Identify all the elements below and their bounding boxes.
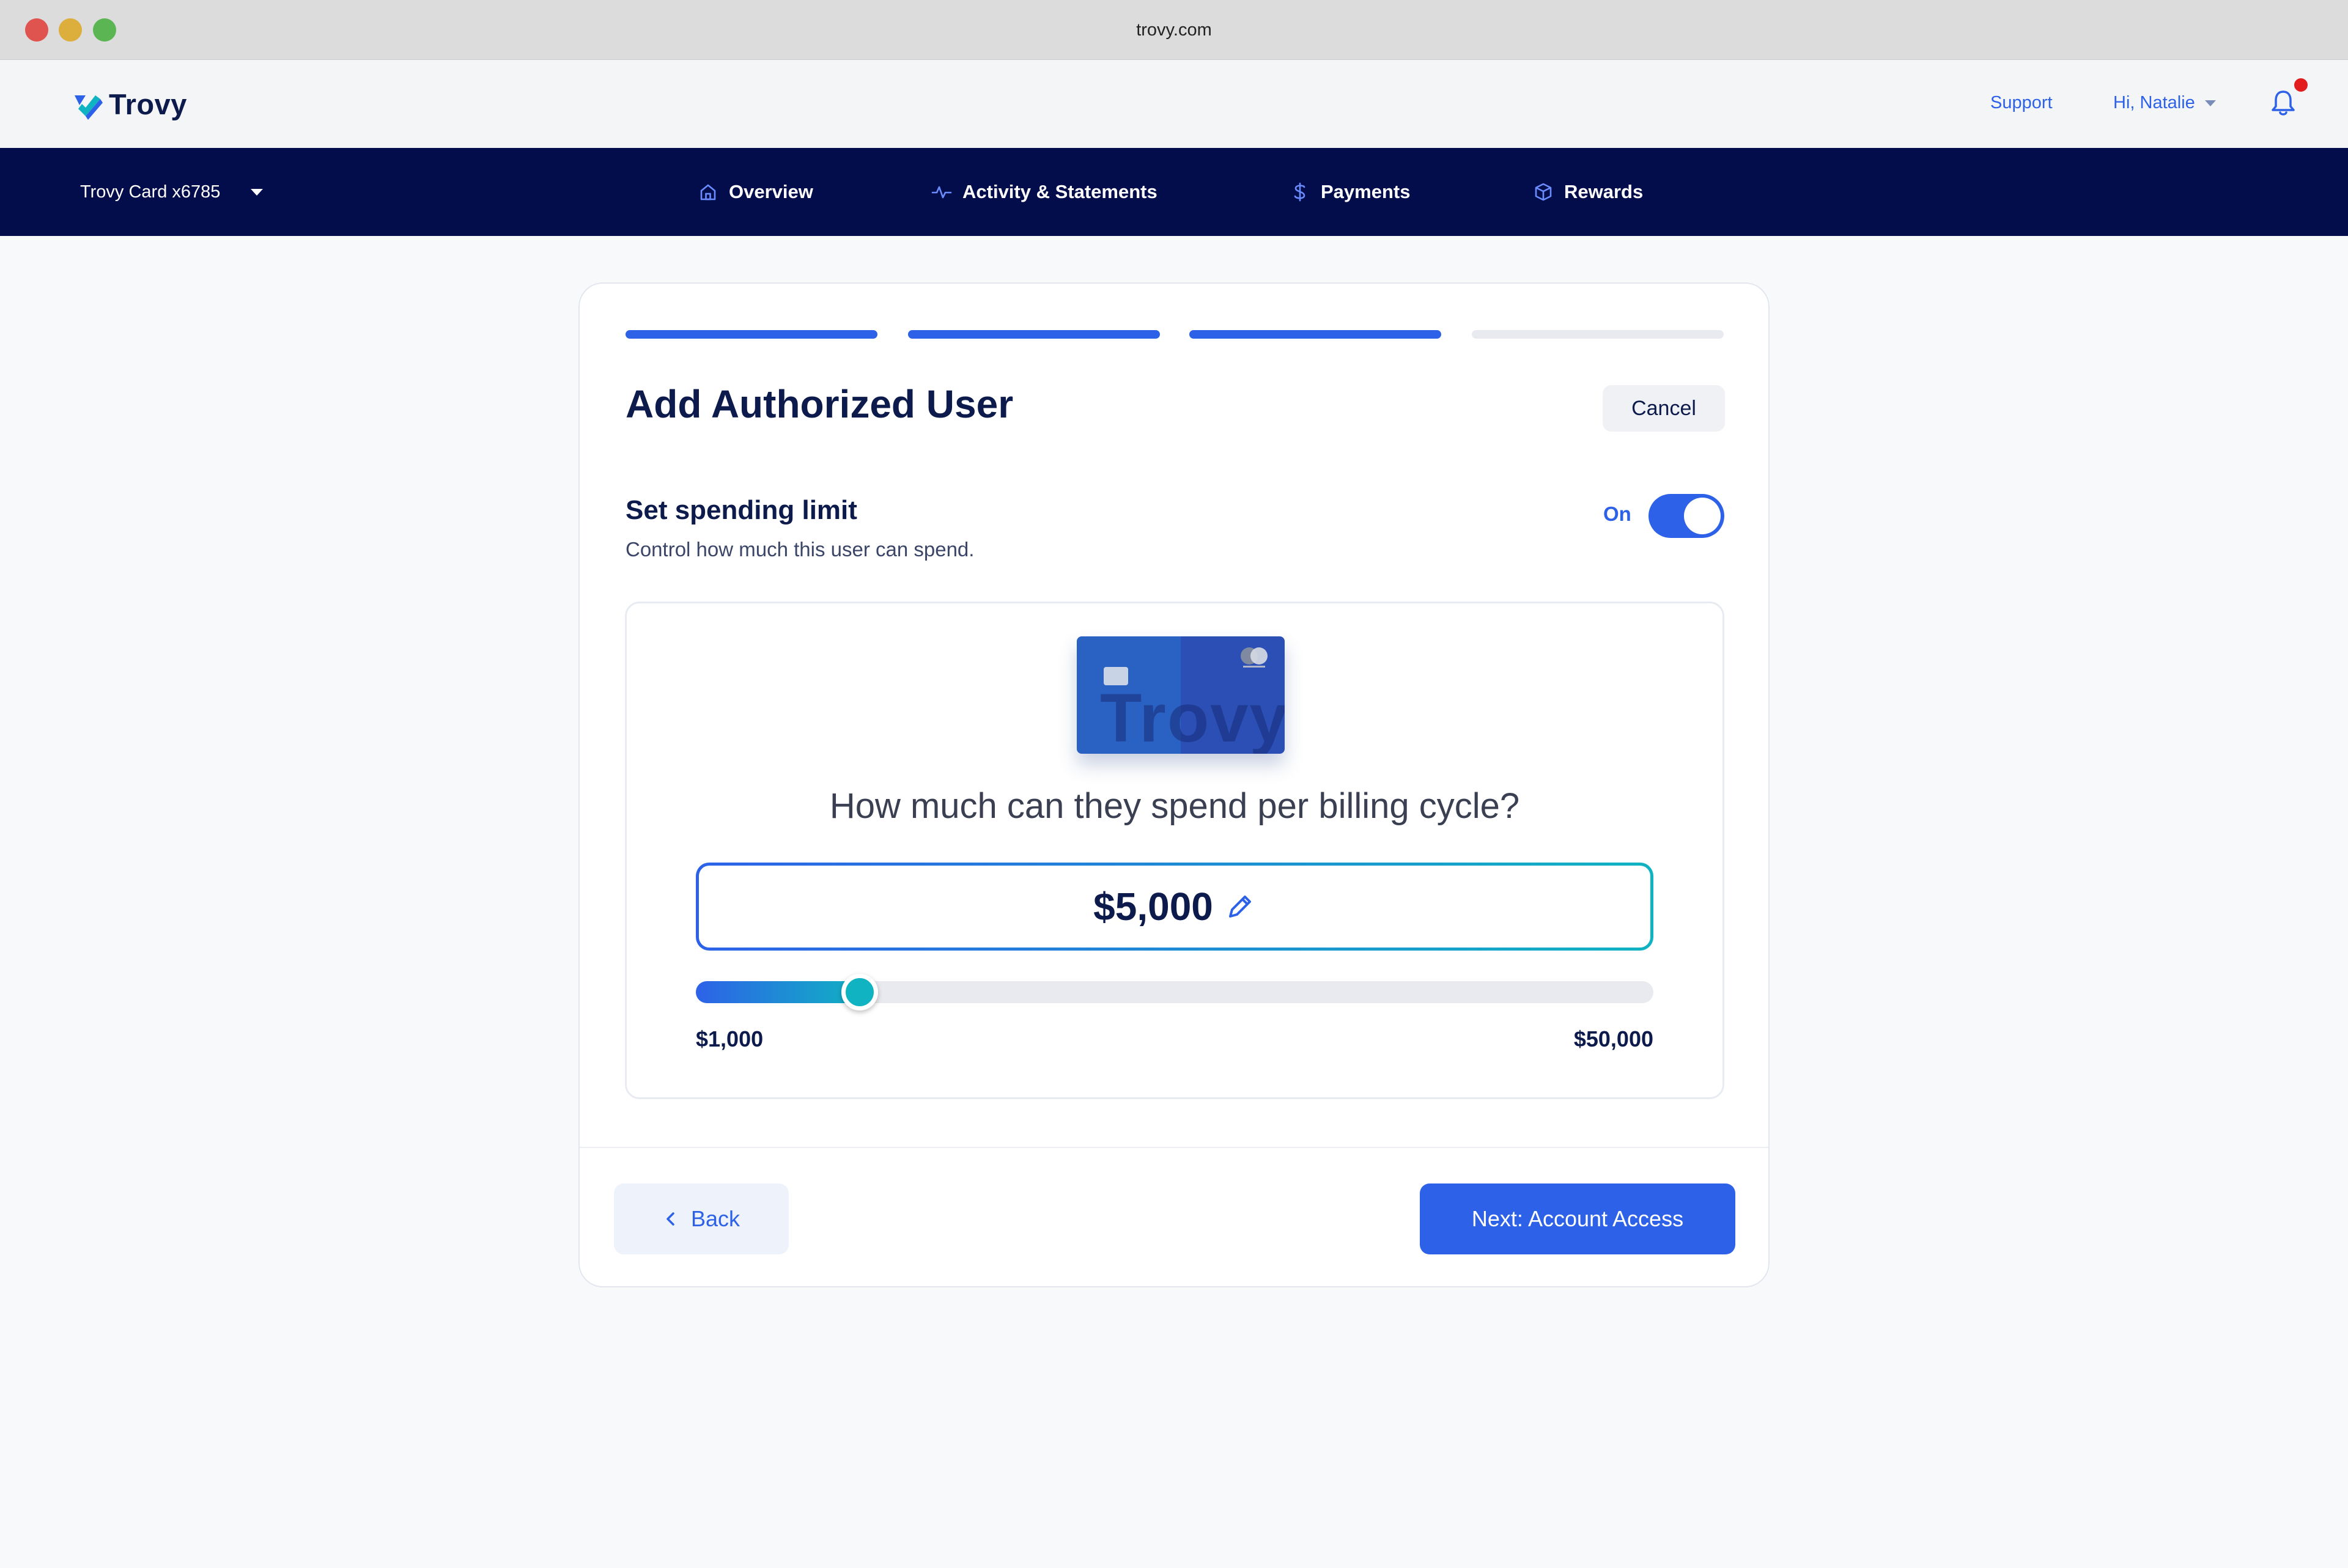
add-user-wizard: Add Authorized User Cancel Set spending …: [578, 282, 1770, 1287]
top-header: Trovy Support Hi, Natalie: [0, 60, 2348, 148]
nav-item-label: Overview: [729, 181, 813, 202]
nav-item-rewards[interactable]: Rewards: [1532, 179, 1643, 205]
chevron-down-icon: [2204, 100, 2216, 106]
spending-limit-panel: Trovy How much can they spend per billin…: [625, 602, 1724, 1099]
nav-item-label: Rewards: [1564, 181, 1644, 202]
cancel-button[interactable]: Cancel: [1603, 385, 1725, 432]
user-menu[interactable]: Hi, Natalie: [2113, 93, 2216, 113]
progress-step-2: [908, 330, 1160, 339]
nav-item-payments[interactable]: Payments: [1289, 179, 1410, 205]
progress-step-1: [626, 330, 877, 339]
slider-fill: [696, 981, 866, 1003]
chevron-down-icon: [251, 188, 264, 196]
next-button[interactable]: Next: Account Access: [1420, 1183, 1735, 1254]
bell-icon[interactable]: [2270, 88, 2297, 117]
dollar-icon: [1294, 182, 1305, 202]
browser-chrome: trovy.com: [0, 0, 2348, 60]
toggle-knob: [1684, 498, 1721, 534]
card-selector[interactable]: Trovy Card x6785: [80, 179, 264, 205]
section-subtitle: Control how much this user can spend.: [626, 538, 975, 561]
slider-min-label: $1,000: [696, 1026, 764, 1051]
back-button[interactable]: Back: [614, 1183, 789, 1254]
nav-item-label: Activity & Statements: [962, 181, 1157, 202]
spend-question: How much can they spend per billing cycl…: [829, 786, 1520, 826]
spending-limit-toggle[interactable]: [1648, 494, 1724, 538]
toggle-state-label: On: [1603, 502, 1631, 525]
notification-badge: [2294, 78, 2308, 92]
pencil-icon[interactable]: [1224, 891, 1256, 922]
nav-item-overview[interactable]: Overview: [697, 179, 813, 205]
amount-input[interactable]: $5,000: [696, 863, 1653, 951]
nav-item-activity[interactable]: Activity & Statements: [931, 179, 1157, 205]
brand-name: Trovy: [109, 87, 187, 120]
main-nav: Trovy Card x6785 Overview Activity & Sta…: [0, 148, 2348, 236]
amount-value: $5,000: [1093, 885, 1213, 929]
brand-logo[interactable]: Trovy: [72, 87, 187, 121]
home-icon: [700, 184, 716, 201]
section-title: Set spending limit: [626, 495, 857, 525]
footer-divider: [580, 1147, 1768, 1148]
back-button-label: Back: [690, 1206, 740, 1231]
progress-step-3: [1189, 330, 1441, 339]
nav-item-label: Payments: [1321, 181, 1411, 202]
spending-limit-slider[interactable]: [696, 974, 1653, 1010]
chevron-left-icon: [666, 1212, 674, 1226]
address-bar[interactable]: trovy.com: [0, 0, 2348, 60]
card-selector-label: Trovy Card x6785: [80, 182, 221, 202]
slider-thumb[interactable]: [841, 974, 878, 1010]
page-title: Add Authorized User: [626, 382, 1014, 426]
credit-card-image: Trovy: [1077, 636, 1285, 754]
user-greeting: Hi, Natalie: [2113, 93, 2195, 112]
trovy-logo-icon: [75, 95, 103, 120]
support-link[interactable]: Support: [1990, 93, 2053, 113]
mastercard-logo-icon: [1241, 647, 1268, 668]
progress-step-4: [1472, 330, 1724, 339]
box-icon: [1535, 183, 1552, 201]
activity-icon: [931, 186, 952, 199]
card-brand-watermark: Trovy: [1100, 680, 1285, 754]
slider-max-label: $50,000: [1573, 1026, 1653, 1051]
